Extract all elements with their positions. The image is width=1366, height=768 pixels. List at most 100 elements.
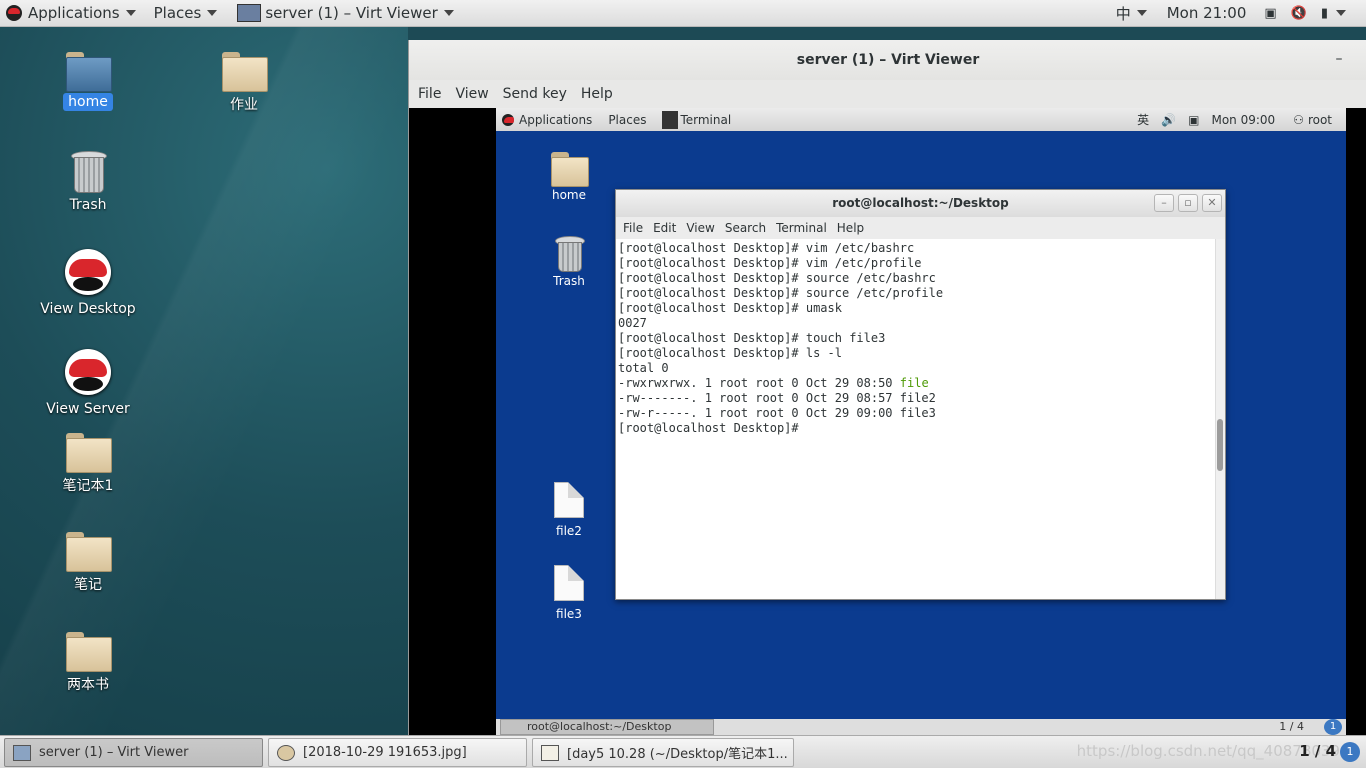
input-method-indicator[interactable]: 中 — [1110, 0, 1153, 27]
chevron-down-icon — [125, 10, 136, 16]
document-icon — [554, 482, 584, 518]
terminal-menu-edit[interactable]: Edit — [648, 217, 681, 239]
terminal-line: [root@localhost Desktop]# vim /etc/profi… — [618, 256, 922, 270]
guest-workspace-pager[interactable]: 1 / 4 — [1279, 719, 1304, 735]
desktop-icon-two-books[interactable]: 两本书 — [33, 632, 143, 694]
workspace-pager[interactable]: 1 / 4 — [1299, 742, 1336, 760]
desktop-icon-notes[interactable]: 笔记 — [33, 532, 143, 594]
desktop-icon-view-server[interactable]: View Server — [33, 349, 143, 417]
desktop-icon-view-desktop[interactable]: View Desktop — [33, 249, 143, 317]
guest-top-bar: Applications Places Terminal 英 🔊 ▣ Mon 0… — [496, 108, 1346, 131]
guest-input-method[interactable]: 英 — [1131, 111, 1155, 128]
desktop-icon-label: View Desktop — [40, 301, 136, 317]
host-taskbar: server (1) – Virt Viewer [2018-10-29 191… — [0, 735, 1366, 768]
guest-screen[interactable]: Applications Places Terminal 英 🔊 ▣ Mon 0… — [496, 108, 1346, 735]
taskbar-item-virt-viewer[interactable]: server (1) – Virt Viewer — [4, 738, 263, 767]
desktop-icon-label: View Server — [46, 401, 130, 417]
folder-icon — [66, 532, 112, 572]
terminal-window: root@localhost:~/Desktop – ▫ ✕ File Edit… — [615, 189, 1226, 600]
terminal-line: [root@localhost Desktop]# touch file3 — [618, 331, 886, 345]
guest-icon-file2[interactable]: file2 — [534, 482, 604, 538]
terminal-line-ls-file: -rwxrwxrwx. 1 root root 0 Oct 29 08:50 f… — [618, 376, 1215, 391]
terminal-line: -rwxrwxrwx. 1 root root 0 Oct 29 08:50 — [618, 376, 900, 390]
desktop-icon-homework[interactable]: 作业 — [189, 52, 299, 114]
terminal-line: [root@localhost Desktop]# umask — [618, 301, 842, 315]
guest-user-menu[interactable]: ⚇ root — [1287, 113, 1338, 127]
terminal-menu-view[interactable]: View — [681, 217, 719, 239]
taskbar-item-text-editor[interactable]: [day5 10.28 (~/Desktop/笔记本1... — [532, 738, 794, 767]
folder-icon — [66, 632, 112, 672]
guest-input-method-label: 英 — [1137, 113, 1150, 127]
guest-user-label: root — [1307, 112, 1332, 127]
system-status-area[interactable]: ▣ 🔇 ▮ — [1258, 0, 1366, 27]
minimize-button[interactable]: – — [1332, 52, 1346, 66]
guest-network-icon[interactable]: ▣ — [1182, 113, 1205, 127]
terminal-menu-search[interactable]: Search — [720, 217, 771, 239]
minimize-button[interactable]: – — [1154, 194, 1174, 212]
guest-places-menu[interactable]: Places — [602, 113, 652, 127]
maximize-button[interactable]: ▫ — [1178, 194, 1198, 212]
taskbar-item-image-viewer[interactable]: [2018-10-29 191653.jpg] — [268, 738, 527, 767]
image-viewer-icon — [277, 744, 295, 761]
guest-icon-trash[interactable]: Trash — [534, 234, 604, 288]
taskbar-label: server (1) – Virt Viewer — [39, 745, 189, 760]
guest-icon-file3[interactable]: file3 — [534, 565, 604, 621]
menu-help[interactable]: Help — [574, 80, 620, 108]
redhat-icon — [6, 5, 22, 21]
terminal-output[interactable]: [root@localhost Desktop]# vim /etc/bashr… — [616, 239, 1215, 599]
network-icon: ▣ — [1264, 5, 1277, 21]
desktop-icon-label: 两本书 — [67, 677, 109, 693]
window-title[interactable]: server (1) – Virt Viewer — [409, 40, 1366, 80]
clock[interactable]: Mon 21:00 — [1161, 0, 1253, 27]
terminal-line: [root@localhost Desktop]# ls -l — [618, 346, 842, 360]
terminal-menu-help[interactable]: Help — [832, 217, 869, 239]
places-menu[interactable]: Places — [148, 0, 224, 27]
terminal-line: [root@localhost Desktop]# source /etc/ba… — [618, 271, 936, 285]
desktop-icon-home[interactable]: home — [33, 52, 143, 111]
document-icon — [554, 565, 584, 601]
guest-places-label: Places — [608, 112, 647, 127]
terminal-line: -rw-r-----. 1 root root 0 Oct 29 09:00 f… — [618, 406, 936, 420]
chevron-down-icon — [1336, 10, 1346, 16]
guest-icon-label: home — [551, 188, 587, 202]
executable-filename: file — [899, 376, 929, 390]
guest-volume-icon[interactable]: 🔊 — [1155, 113, 1182, 127]
trash-icon — [554, 234, 585, 272]
terminal-line: [root@localhost Desktop]# source /etc/pr… — [618, 286, 944, 300]
guest-taskbar-label: root@localhost:~/Desktop — [527, 720, 672, 733]
guest-icon-home[interactable]: home — [534, 152, 604, 202]
guest-task-terminal[interactable]: Terminal — [656, 110, 737, 129]
terminal-menu-terminal[interactable]: Terminal — [771, 217, 832, 239]
guest-applications-menu[interactable]: Applications — [496, 113, 598, 127]
desktop-icon-label: home — [63, 93, 113, 111]
guest-taskbar-item[interactable]: root@localhost:~/Desktop — [500, 719, 714, 735]
desktop-icon-label: Trash — [69, 197, 107, 213]
redhat-icon — [65, 349, 111, 395]
close-button[interactable]: ✕ — [1202, 194, 1222, 212]
guest-workspace-icon[interactable]: 1 — [1324, 719, 1342, 735]
folder-icon — [222, 52, 268, 92]
guest-clock-label: Mon 09:00 — [1211, 112, 1276, 127]
monitor-icon — [13, 744, 31, 761]
menu-send-key[interactable]: Send key — [496, 80, 574, 108]
guest-icon-label: Trash — [553, 274, 585, 288]
scrollbar-thumb[interactable] — [1217, 419, 1223, 471]
guest-clock[interactable]: Mon 09:00 — [1205, 113, 1281, 127]
guest-icon-label: file2 — [556, 524, 582, 538]
redhat-icon — [65, 249, 111, 295]
workspace-icon[interactable]: 1 — [1340, 742, 1360, 762]
menu-bar: File View Send key Help — [409, 80, 1366, 108]
guest-bottom-bar: root@localhost:~/Desktop 1 / 4 1 — [496, 719, 1346, 735]
terminal-menu-file[interactable]: File — [618, 217, 648, 239]
volume-icon: 🔇 — [1290, 5, 1307, 21]
desktop-icon-notebook1[interactable]: 笔记本1 — [33, 433, 143, 495]
folder-icon — [66, 433, 112, 473]
applications-menu[interactable]: Applications — [0, 0, 142, 27]
active-window-menu[interactable]: server (1) – Virt Viewer — [231, 0, 459, 27]
trash-icon — [70, 149, 107, 193]
home-folder-icon — [66, 52, 112, 92]
desktop-icon-trash[interactable]: Trash — [33, 149, 143, 213]
menu-view[interactable]: View — [448, 80, 495, 108]
menu-file[interactable]: File — [411, 80, 448, 108]
terminal-title[interactable]: root@localhost:~/Desktop — [616, 190, 1225, 217]
